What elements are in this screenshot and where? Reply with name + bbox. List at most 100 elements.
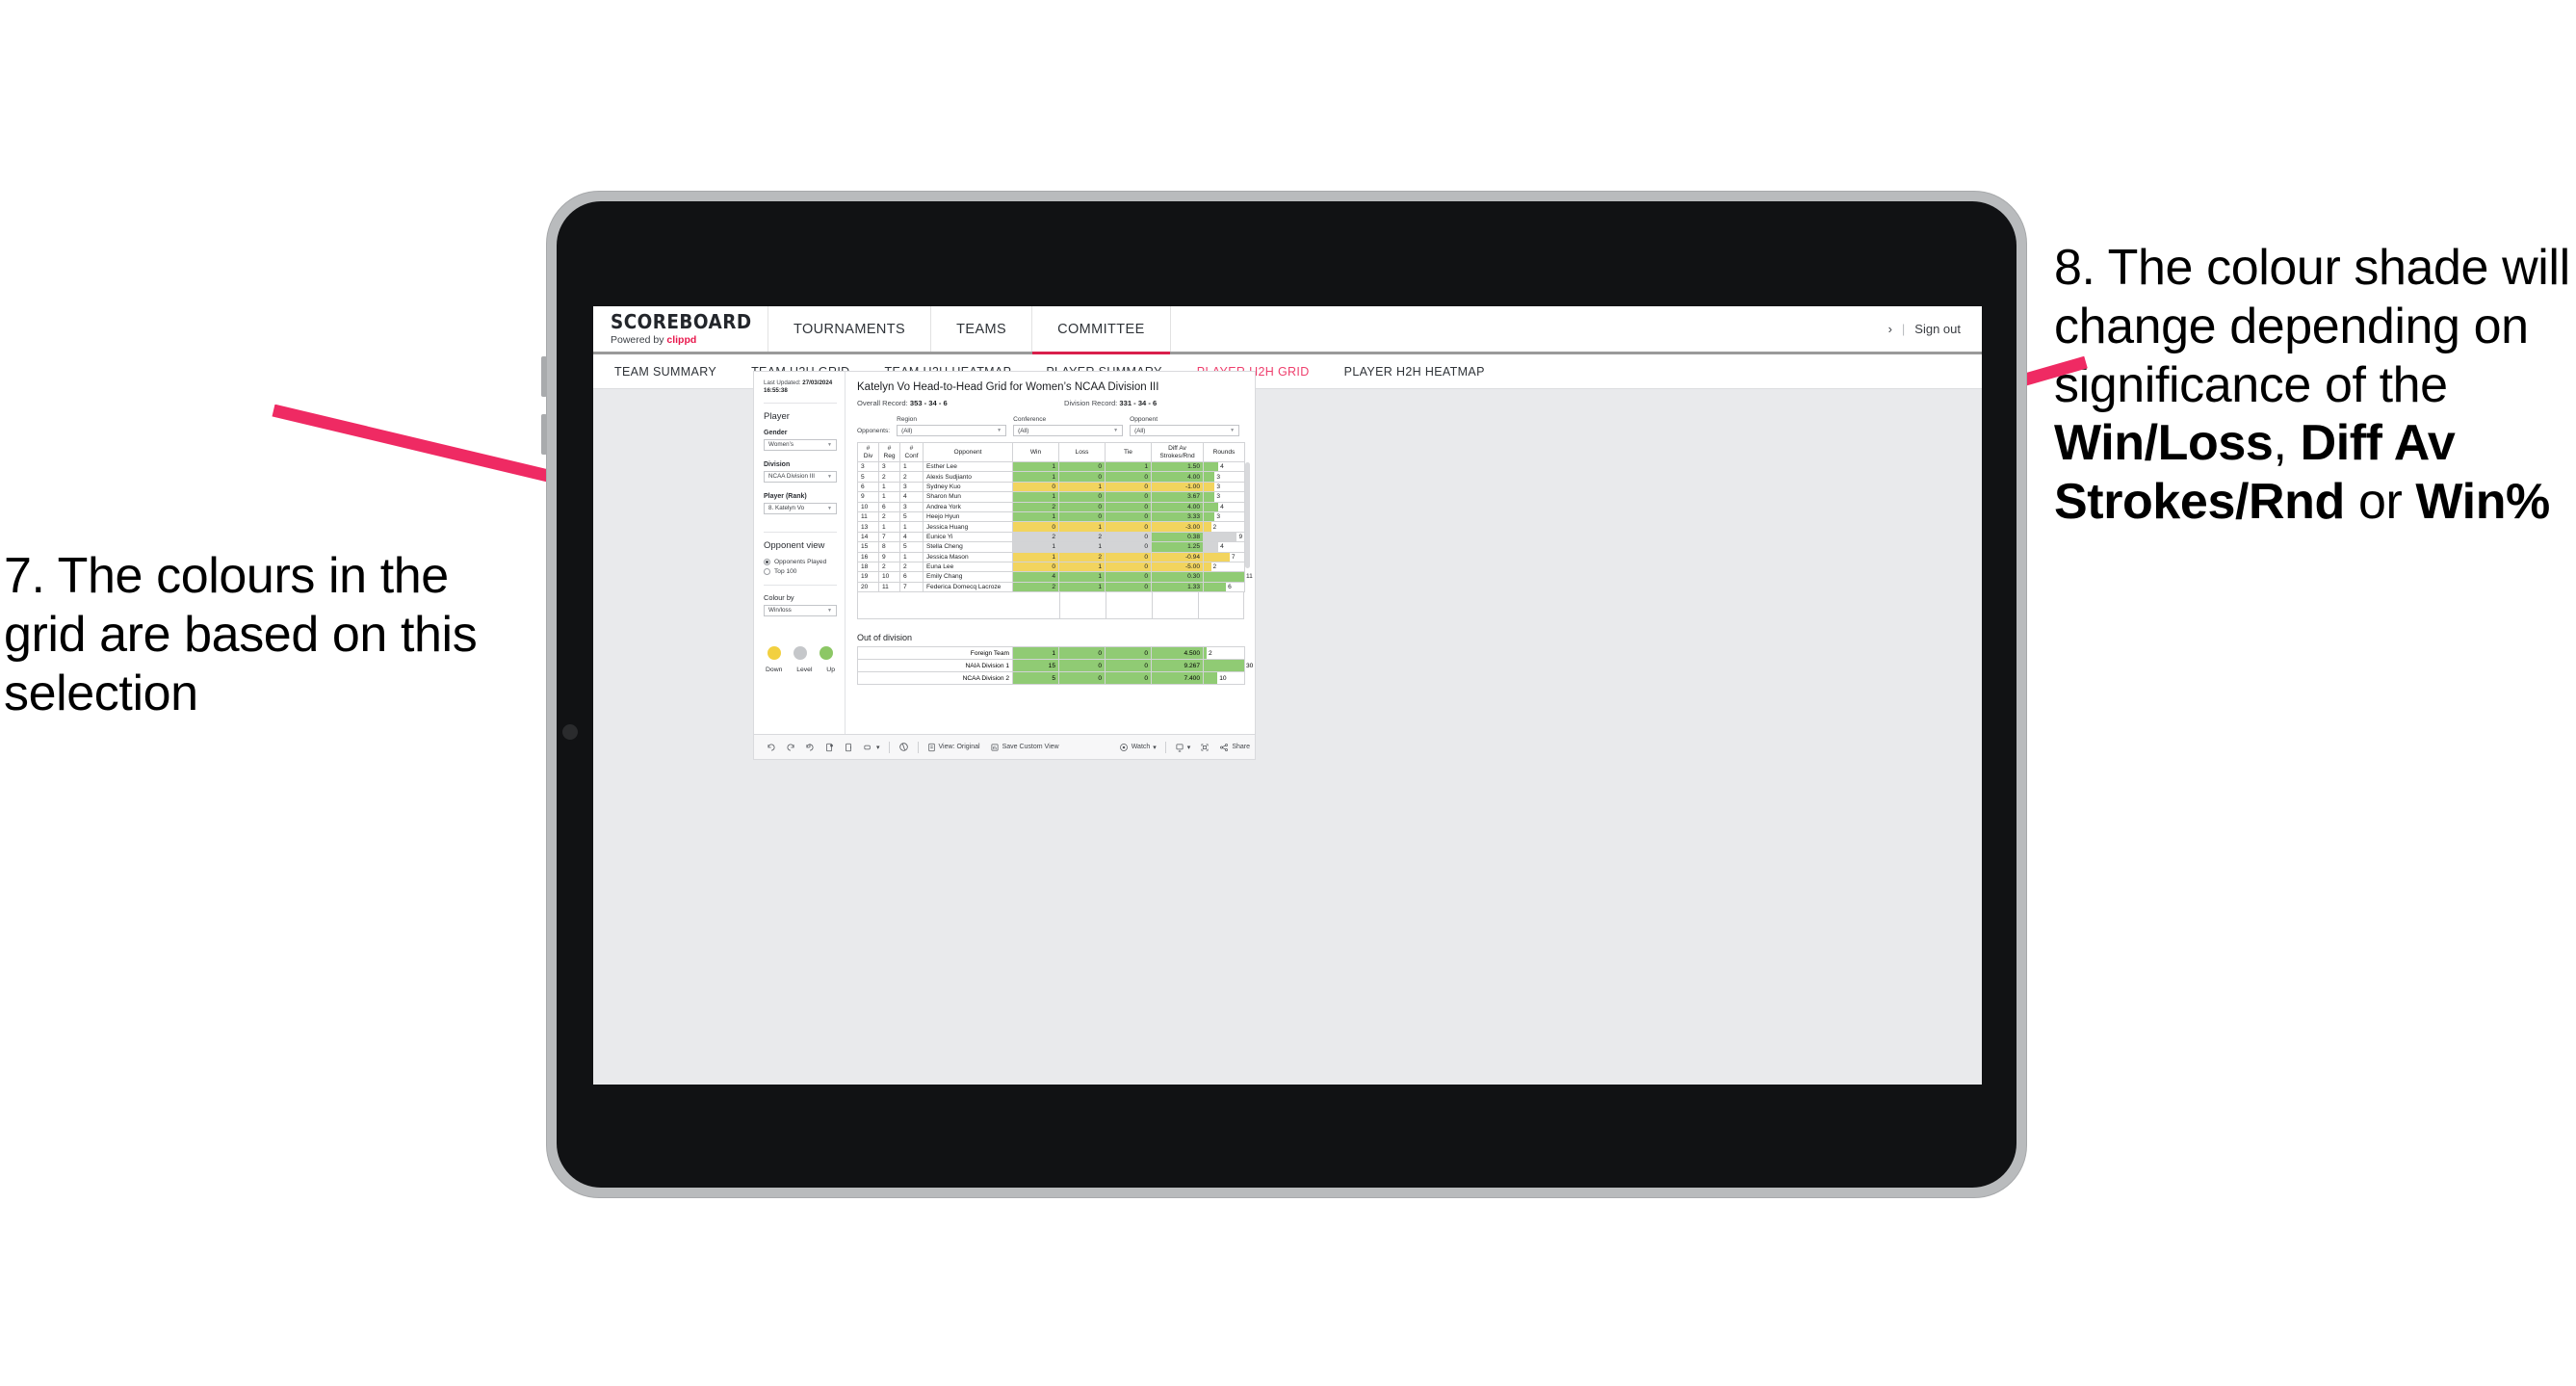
- chevron-down-icon: ▼: [827, 473, 832, 480]
- table-row[interactable]: Foreign Team 1 0 0 4.500 2: [857, 646, 1245, 661]
- cell-conf: 7: [899, 581, 924, 593]
- fit-dropdown[interactable]: ▾: [858, 735, 885, 760]
- cell-tie: 0: [1105, 659, 1152, 673]
- rounds-bar: [1204, 472, 1215, 482]
- divider: [764, 531, 837, 533]
- undo-button[interactable]: [762, 735, 781, 760]
- out-of-division-table: Foreign Team 1 0 0 4.500 2 NAIA Division 1 15 0 0…: [857, 646, 1253, 686]
- cell-reg: 2: [878, 471, 900, 483]
- opponent-label: Opponent: [1130, 416, 1158, 423]
- table-row[interactable]: 5 2 2 Alexis Sudjianto 1 0 0 4.00 3: [857, 471, 1245, 483]
- watch-dropdown[interactable]: Watch ▾: [1114, 735, 1161, 760]
- rounds-bar: [1204, 532, 1237, 542]
- table-row[interactable]: 10 6 3 Andrea York 2 0 0 4.00 4: [857, 501, 1245, 512]
- tablet-volume-button[interactable]: [541, 356, 547, 397]
- rounds-bar: [1204, 552, 1230, 562]
- table-row[interactable]: 19 10 6 Emily Chang 4 1 0 0.30 11: [857, 571, 1253, 583]
- nav-teams[interactable]: TEAMS: [931, 306, 1033, 352]
- table-row[interactable]: 18 2 2 Euna Lee 0 1 0 -5.00 2: [857, 561, 1245, 573]
- table-row[interactable]: 3 3 1 Esther Lee 1 0 1 1.50 4: [857, 460, 1245, 473]
- viz-main: Katelyn Vo Head-to-Head Grid for Women’s…: [846, 372, 1255, 734]
- refresh-data-button[interactable]: [820, 735, 839, 760]
- cell-loss: 1: [1058, 561, 1106, 573]
- cell-div: 9: [857, 491, 879, 503]
- save-custom-view-button[interactable]: Save Custom View: [985, 735, 1064, 760]
- table-row[interactable]: 15 8 5 Stella Cheng 1 1 0 1.25 4: [857, 541, 1245, 553]
- tablet-power-button[interactable]: [541, 414, 547, 455]
- cell-diff-av-strokes: 0.30: [1151, 571, 1204, 583]
- rounds-value: 2: [1212, 523, 1217, 531]
- annotation-8-part3: or: [2344, 474, 2416, 531]
- out-of-division-title: Out of division: [857, 633, 913, 643]
- sign-out-link[interactable]: Sign out: [1914, 322, 1961, 336]
- table-row[interactable]: 6 1 3 Sydney Kuo 0 1 0 -1.00 3: [857, 481, 1245, 493]
- pause-updates-button[interactable]: [839, 735, 858, 760]
- radio-opponents-played[interactable]: Opponents Played: [764, 558, 837, 565]
- chevron-right-icon[interactable]: ›: [1888, 322, 1892, 336]
- table-row[interactable]: 14 7 4 Eunice Yi 2 2 0 0.38 9: [857, 531, 1245, 543]
- col-reg: # Reg: [878, 442, 900, 462]
- cell-tie: 0: [1105, 671, 1152, 686]
- radio-top-100-label: Top 100: [774, 567, 797, 575]
- cell-loss: 2: [1058, 531, 1106, 543]
- cell-reg: 7: [878, 531, 900, 543]
- division-select[interactable]: NCAA Division III ▼: [764, 470, 837, 483]
- cell-group-name: NCAA Division 2: [857, 671, 1013, 686]
- highlight-button[interactable]: [894, 735, 914, 760]
- tablet-camera: [562, 724, 578, 740]
- table-row[interactable]: 9 1 4 Sharon Mun 1 0 0 3.67 3: [857, 491, 1245, 503]
- rounds-bar: [1204, 672, 1218, 685]
- opponent-filter-row: Opponents: Region (All) ▼ Conference (Al…: [857, 416, 1245, 436]
- header-right-controls: › | Sign out: [1888, 306, 1982, 352]
- cell-conf: 4: [899, 491, 924, 503]
- rounds-value: 4: [1220, 463, 1224, 471]
- table-row[interactable]: 16 9 1 Jessica Mason 1 2 0 -0.94 7: [857, 551, 1245, 562]
- cell-div: 14: [857, 531, 879, 543]
- nav-tournaments[interactable]: TOURNAMENTS: [768, 306, 932, 352]
- chevron-down-icon: ▼: [827, 441, 832, 448]
- gender-select[interactable]: Women’s ▼: [764, 438, 837, 451]
- table-row[interactable]: 13 1 1 Jessica Huang 0 1 0 -3.00 2: [857, 521, 1245, 533]
- bottom-toolbar: ▾ View: Original Save Custom View Watch …: [753, 735, 1256, 760]
- fullscreen-button[interactable]: [1195, 735, 1214, 760]
- table-row[interactable]: 20 11 7 Federica Domecq Lacroze 2 1 0 1.33 6: [857, 581, 1245, 593]
- view-original-button[interactable]: View: Original: [923, 735, 985, 760]
- nav-committee[interactable]: COMMITTEE: [1032, 306, 1171, 354]
- subnav-player-h2h-heatmap[interactable]: PLAYER H2H HEATMAP: [1344, 365, 1485, 379]
- colour-by-select[interactable]: Win/loss ▼: [764, 604, 837, 616]
- cell-opponent: Federica Domecq Lacroze: [923, 581, 1013, 593]
- app-header: SCOREBOARD Powered by clippd TOURNAMENTS…: [593, 306, 1982, 354]
- watch-caret-icon: ▾: [1153, 744, 1157, 751]
- table-row[interactable]: NCAA Division 2 5 0 0 7.400 10: [857, 671, 1245, 686]
- cell-rounds: 9: [1203, 531, 1245, 543]
- cell-diff-av-strokes: 4.00: [1151, 471, 1204, 483]
- cell-win: 5: [1012, 671, 1059, 686]
- subnav-team-summary[interactable]: TEAM SUMMARY: [614, 365, 716, 379]
- cell-conf: 1: [899, 460, 924, 473]
- cell-conf: 5: [899, 541, 924, 553]
- opponent-view-title: Opponent view: [764, 539, 825, 551]
- colour-by-value: Win/loss: [768, 607, 792, 615]
- cell-diff-av-strokes: 7.400: [1151, 671, 1204, 686]
- download-dropdown[interactable]: ▾: [1170, 735, 1196, 760]
- toolbar-divider: [917, 741, 919, 753]
- grid-blank-area: [857, 592, 1244, 620]
- radio-top-100[interactable]: Top 100: [764, 567, 837, 575]
- screenshot-root: 7. The colours in the grid are based on …: [0, 0, 2576, 1386]
- table-row[interactable]: 11 2 5 Heejo Hyun 1 0 0 3.33 3: [857, 510, 1245, 523]
- cell-tie: 0: [1105, 561, 1152, 573]
- rounds-value: 3: [1216, 493, 1220, 501]
- cell-rounds: 4: [1203, 541, 1245, 553]
- grid-scrollbar[interactable]: [1245, 462, 1250, 568]
- share-button[interactable]: Share: [1214, 735, 1255, 760]
- cell-reg: 2: [878, 561, 900, 573]
- conference-select[interactable]: (All) ▼: [1013, 425, 1124, 436]
- redo-button[interactable]: [781, 735, 800, 760]
- brand-logo[interactable]: SCOREBOARD Powered by clippd: [593, 306, 768, 352]
- annotation-8: 8. The colour shade will change dependin…: [2054, 239, 2576, 532]
- opponent-select[interactable]: (All) ▼: [1130, 425, 1240, 436]
- table-row[interactable]: NAIA Division 1 15 0 0 9.267 30: [857, 659, 1253, 673]
- region-select[interactable]: (All) ▼: [897, 425, 1007, 436]
- player-rank-select[interactable]: 8. Katelyn Vo ▼: [764, 502, 837, 514]
- revert-button[interactable]: [800, 735, 820, 760]
